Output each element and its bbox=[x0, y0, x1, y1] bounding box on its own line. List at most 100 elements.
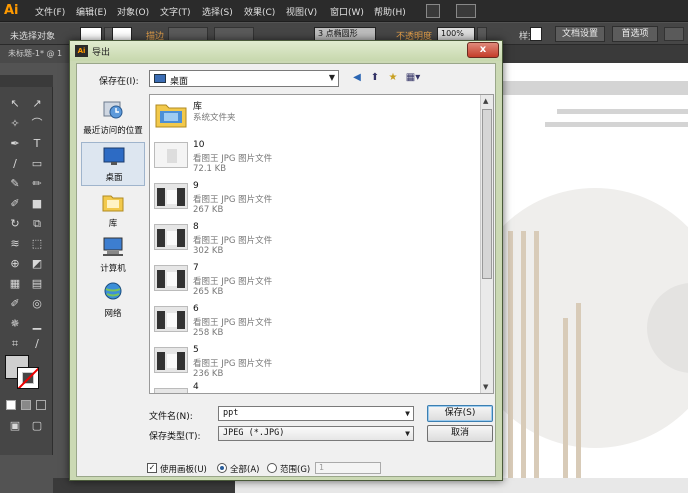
vertical-scrollbar[interactable]: ▲ ▼ bbox=[480, 95, 493, 393]
free-transform-tool-icon[interactable]: ⬚ bbox=[28, 235, 46, 253]
fill-color-swatch[interactable] bbox=[80, 27, 102, 41]
lasso-tool-icon[interactable]: ⌒ bbox=[28, 115, 46, 133]
menu-file[interactable]: 文件(F) bbox=[35, 5, 65, 18]
draw-mode-icon[interactable]: ▣ bbox=[6, 417, 24, 435]
list-item[interactable]: 4 bbox=[150, 382, 480, 393]
screen-mode-icon[interactable]: ▢ bbox=[28, 417, 46, 435]
range-radio[interactable] bbox=[267, 463, 277, 473]
list-item[interactable]: 8 看图王 JPG 图片文件 302 KB bbox=[150, 218, 480, 260]
pen-tool-icon[interactable]: ✒ bbox=[6, 135, 24, 153]
opacity-dropdown[interactable] bbox=[477, 27, 487, 41]
stroke-weight-field[interactable] bbox=[168, 27, 208, 41]
graph-tool-icon[interactable]: ▁ bbox=[28, 315, 46, 333]
scale-tool-icon[interactable]: ⧉ bbox=[28, 215, 46, 233]
document-tab[interactable]: 未标题-1* @ 1 bbox=[0, 45, 72, 63]
scroll-down-icon[interactable]: ▼ bbox=[483, 383, 488, 391]
bridge-icon[interactable] bbox=[426, 4, 440, 18]
paintbrush-tool-icon[interactable]: ✎ bbox=[6, 175, 24, 193]
list-item[interactable]: 库 系统文件夹 bbox=[150, 95, 480, 137]
line-tool-icon[interactable]: ∕ bbox=[6, 155, 24, 173]
selection-tool-icon[interactable]: ↖ bbox=[6, 95, 24, 113]
list-item[interactable]: 7 看图王 JPG 图片文件 265 KB bbox=[150, 259, 480, 301]
scroll-up-icon[interactable]: ▲ bbox=[483, 97, 488, 105]
file-list[interactable]: 库 系统文件夹 10 看图王 JPG 图片文件 72.1 KB 9 看图王 JP… bbox=[149, 94, 494, 394]
rectangle-tool-icon[interactable]: ▭ bbox=[28, 155, 46, 173]
range-input[interactable]: 1 bbox=[315, 462, 381, 474]
shape-builder-tool-icon[interactable]: ⊕ bbox=[6, 255, 24, 273]
all-radio[interactable] bbox=[217, 463, 227, 473]
place-computer[interactable]: 计算机 bbox=[81, 234, 145, 278]
live-paint-tool-icon[interactable]: ◩ bbox=[28, 255, 46, 273]
view-menu-icon[interactable]: ▦▾ bbox=[403, 71, 423, 85]
close-button[interactable]: x bbox=[467, 42, 499, 58]
filetype-dropdown[interactable]: JPEG (*.JPG) ▼ bbox=[218, 426, 414, 441]
warp-tool-icon[interactable]: ≋ bbox=[6, 235, 24, 253]
menu-help[interactable]: 帮助(H) bbox=[374, 5, 406, 18]
slice-tool-icon[interactable]: ∕ bbox=[28, 335, 46, 353]
pencil-tool-icon[interactable]: ✏ bbox=[28, 175, 46, 193]
list-item[interactable]: 9 看图王 JPG 图片文件 267 KB bbox=[150, 177, 480, 219]
variable-width-profile[interactable] bbox=[214, 27, 254, 41]
menu-object[interactable]: 对象(O) bbox=[117, 5, 149, 18]
blob-brush-tool-icon[interactable]: ✐ bbox=[6, 195, 24, 213]
menu-edit[interactable]: 编辑(E) bbox=[76, 5, 107, 18]
artboard-tool-icon[interactable]: ⌗ bbox=[6, 335, 24, 353]
arrange-docs-icon[interactable] bbox=[456, 4, 476, 18]
use-artboard-checkbox[interactable]: ✓ bbox=[147, 463, 157, 473]
menu-view[interactable]: 视图(V) bbox=[286, 5, 317, 18]
menu-window[interactable]: 窗口(W) bbox=[330, 5, 364, 18]
menu-select[interactable]: 选择(S) bbox=[202, 5, 233, 18]
use-artboard-label[interactable]: 使用画板(U) bbox=[160, 463, 207, 475]
filename-input[interactable]: ppt ▼ bbox=[218, 406, 414, 421]
rotate-tool-icon[interactable]: ↻ bbox=[6, 215, 24, 233]
place-library[interactable]: 库 bbox=[81, 189, 145, 233]
tools-panel-header[interactable] bbox=[0, 75, 53, 87]
gradient-mode-icon[interactable] bbox=[21, 400, 31, 410]
opacity-field[interactable]: 100% bbox=[437, 27, 475, 41]
dialog-titlebar[interactable]: Ai 导出 x bbox=[70, 41, 502, 61]
graphic-style-swatch[interactable] bbox=[530, 27, 542, 41]
none-mode-icon[interactable] bbox=[36, 400, 46, 410]
back-icon[interactable]: ◀ bbox=[350, 71, 364, 85]
blend-tool-icon[interactable]: ◎ bbox=[28, 295, 46, 313]
list-item[interactable]: 10 看图王 JPG 图片文件 72.1 KB bbox=[150, 136, 480, 178]
eyedropper-tool-icon[interactable]: ✐ bbox=[6, 295, 24, 313]
brush-definition[interactable]: 3 点椭圆形 bbox=[314, 27, 376, 41]
direct-selection-tool-icon[interactable]: ↗ bbox=[28, 95, 46, 113]
jpg-thumb-icon bbox=[154, 224, 188, 250]
menu-effect[interactable]: 效果(C) bbox=[244, 5, 275, 18]
cancel-button[interactable]: 取消 bbox=[427, 425, 493, 442]
place-network[interactable]: 网络 bbox=[81, 279, 145, 323]
eraser-tool-icon[interactable]: ■ bbox=[28, 195, 46, 213]
file-type: 看图王 JPG 图片文件 bbox=[193, 154, 273, 164]
magic-wand-tool-icon[interactable]: ✧ bbox=[6, 115, 24, 133]
chevron-down-icon[interactable]: ▼ bbox=[405, 407, 410, 420]
list-item[interactable]: 5 看图王 JPG 图片文件 236 KB bbox=[150, 341, 480, 383]
file-type: 看图王 JPG 图片文件 bbox=[193, 236, 273, 246]
color-mode-icon[interactable] bbox=[6, 400, 16, 410]
align-panel-icon[interactable] bbox=[664, 27, 684, 41]
app-logo: Ai bbox=[4, 3, 19, 18]
type-tool-icon[interactable]: T bbox=[28, 135, 46, 153]
stroke-none-icon[interactable] bbox=[17, 367, 39, 389]
preferences-button[interactable]: 首选项 bbox=[612, 26, 658, 42]
list-item[interactable]: 6 看图王 JPG 图片文件 258 KB bbox=[150, 300, 480, 342]
range-label[interactable]: 范围(G) bbox=[280, 463, 310, 475]
menu-type[interactable]: 文字(T) bbox=[160, 5, 191, 18]
stroke-color-swatch[interactable] bbox=[112, 27, 132, 41]
export-dialog: Ai 导出 x 保存在(I): 桌面 ▼ ◀ ⬆ ★ ▦▾ 最近访问的位置 桌面… bbox=[69, 40, 503, 481]
symbol-sprayer-tool-icon[interactable]: ✵ bbox=[6, 315, 24, 333]
all-label[interactable]: 全部(A) bbox=[230, 463, 259, 475]
new-folder-icon[interactable]: ★ bbox=[386, 71, 400, 85]
gradient-tool-icon[interactable]: ▤ bbox=[28, 275, 46, 293]
place-label: 最近访问的位置 bbox=[83, 126, 143, 136]
place-recent[interactable]: 最近访问的位置 bbox=[81, 96, 145, 140]
save-button[interactable]: 保存(S) bbox=[427, 405, 493, 422]
file-name: 9 bbox=[193, 181, 199, 191]
save-in-dropdown[interactable]: 桌面 ▼ bbox=[149, 70, 339, 87]
mesh-tool-icon[interactable]: ▦ bbox=[6, 275, 24, 293]
document-setup-button[interactable]: 文档设置 bbox=[555, 26, 605, 42]
place-desktop[interactable]: 桌面 bbox=[81, 142, 145, 186]
up-folder-icon[interactable]: ⬆ bbox=[368, 71, 382, 85]
scrollbar-thumb[interactable] bbox=[482, 109, 492, 279]
